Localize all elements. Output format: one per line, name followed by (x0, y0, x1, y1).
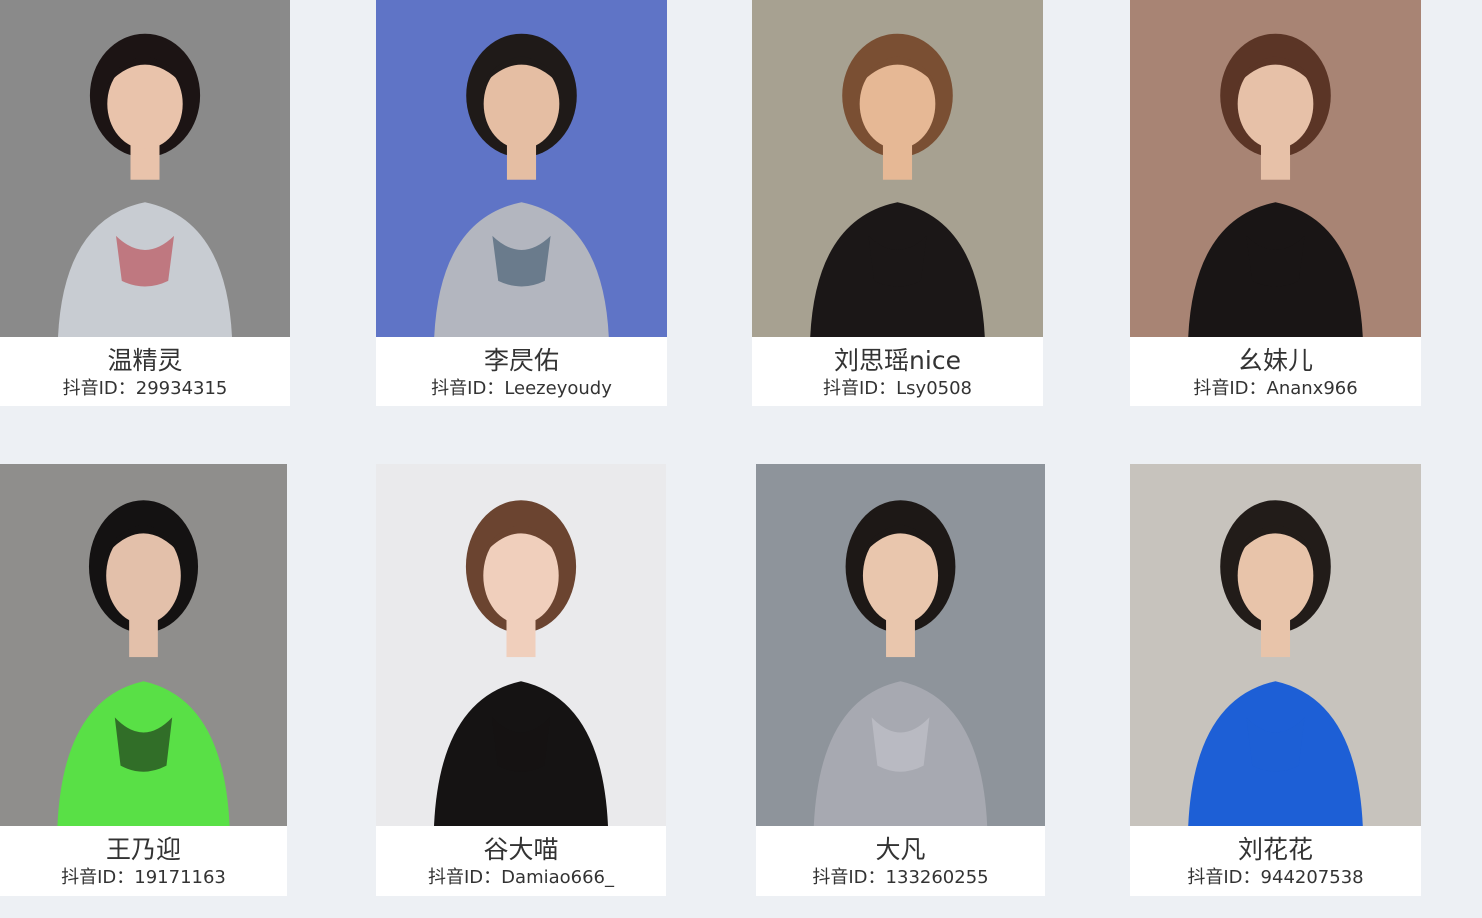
douyin-id-value: 29934315 (135, 378, 228, 399)
creator-name: 刘思瑶nice (834, 346, 961, 375)
creator-name: 温精灵 (107, 346, 183, 375)
douyin-id-label: 抖音ID： (428, 867, 502, 888)
creator-card[interactable]: 谷大喵抖音ID：Damiao666_ (376, 464, 666, 896)
creator-card[interactable]: 温精灵抖音ID：29934315 (0, 0, 290, 406)
creator-photo[interactable] (752, 0, 1043, 337)
creator-card[interactable]: 幺妹儿抖音ID：Ananx966 (1130, 0, 1421, 406)
douyin-id-value: Lsy0508 (896, 378, 973, 399)
creator-douyin-id: 抖音ID：Ananx966 (1130, 378, 1421, 400)
creator-card[interactable]: 王乃迎抖音ID：19171163 (0, 464, 287, 896)
creator-photo[interactable] (376, 0, 667, 337)
creator-card[interactable]: 大凡抖音ID：133260255 (756, 464, 1045, 896)
douyin-id-label: 抖音ID： (1187, 867, 1261, 888)
creator-name: 李昃佑 (483, 346, 559, 375)
creator-douyin-id: 抖音ID：19171163 (0, 867, 287, 889)
creator-name: 大凡 (875, 835, 926, 864)
creator-card[interactable]: 刘思瑶nice 抖音ID：Lsy0508 (752, 0, 1043, 406)
douyin-id-value: Ananx966 (1266, 378, 1358, 399)
creator-name: 刘花花 (1237, 835, 1313, 864)
douyin-id-label: 抖音ID： (62, 378, 136, 399)
douyin-id-value: 944207538 (1260, 867, 1364, 888)
douyin-id-label: 抖音ID： (812, 867, 886, 888)
creator-name: 王乃迎 (105, 835, 181, 864)
creator-photo[interactable] (1130, 464, 1421, 826)
creator-card[interactable]: 刘花花抖音ID：944207538 (1130, 464, 1421, 896)
douyin-id-value: 19171163 (134, 867, 226, 888)
creator-name: 幺妹儿 (1237, 346, 1313, 375)
creator-photo[interactable] (756, 464, 1045, 826)
douyin-id-value: Leezeyoudy (504, 378, 612, 399)
creator-douyin-id: 抖音ID：133260255 (756, 867, 1045, 889)
creator-douyin-id: 抖音ID：Leezeyoudy (376, 378, 667, 400)
creator-photo[interactable] (0, 0, 290, 337)
douyin-id-label: 抖音ID： (822, 378, 897, 399)
creator-photo[interactable] (376, 464, 666, 826)
creator-douyin-id: 抖音ID：Lsy0508 (752, 378, 1043, 400)
douyin-id-value: Damiao666_ (501, 867, 614, 888)
creator-douyin-id: 抖音ID：944207538 (1130, 867, 1421, 889)
douyin-id-label: 抖音ID： (1193, 378, 1267, 399)
creator-douyin-id: 抖音ID：29934315 (0, 378, 290, 400)
creator-photo[interactable] (1130, 0, 1421, 337)
creator-douyin-id: 抖音ID：Damiao666_ (376, 867, 666, 889)
creator-photo[interactable] (0, 464, 287, 826)
creator-name: 谷大喵 (483, 835, 559, 864)
douyin-id-value: 133260255 (885, 867, 989, 888)
douyin-id-label: 抖音ID： (61, 867, 135, 888)
creator-card[interactable]: 李昃佑抖音ID：Leezeyoudy (376, 0, 667, 406)
douyin-id-label: 抖音ID： (431, 378, 505, 399)
